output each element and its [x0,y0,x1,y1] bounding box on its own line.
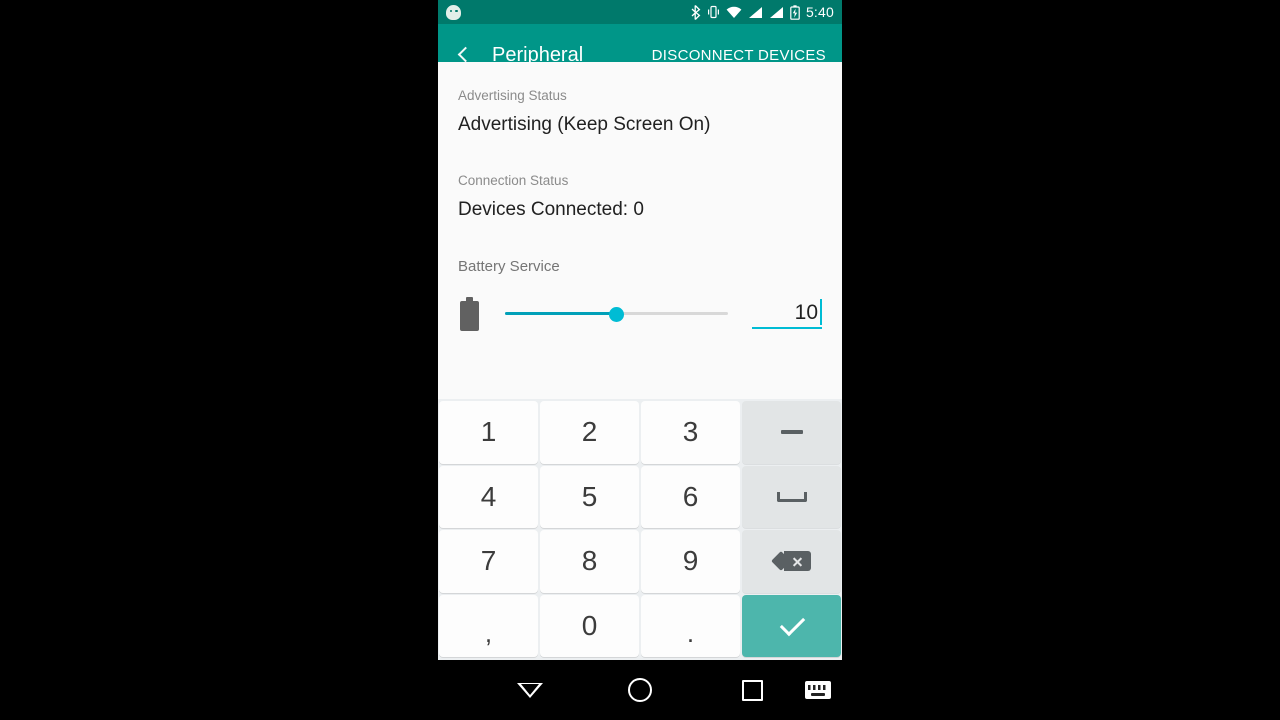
text-caret [820,299,822,325]
key-6[interactable]: 6 [641,465,740,528]
battery-level-input-value: 10 [794,301,818,324]
key-0[interactable]: 0 [540,594,639,657]
triangle-down-icon [517,682,543,698]
circle-icon [628,678,652,702]
signal-icon-1 [748,6,762,18]
key-comma[interactable]: , [439,594,538,657]
keyboard-row: 4 5 6 [439,465,841,528]
battery-level-slider[interactable] [505,301,728,327]
status-bar: 5:40 [438,0,842,24]
nav-home-button[interactable] [618,660,662,720]
keyboard-icon [805,681,831,699]
key-period[interactable]: . [641,594,740,657]
switch-keyboard-button[interactable] [796,660,840,720]
status-bar-system-icons: 5:40 [691,4,834,20]
slider-track-fill [505,312,617,315]
key-4[interactable]: 4 [439,465,538,528]
battery-service-label: Battery Service [458,258,560,275]
key-5[interactable]: 5 [540,465,639,528]
app-bar: Peripheral DISCONNECT DEVICES [438,24,842,62]
battery-charging-icon [790,4,800,20]
key-enter[interactable] [742,594,841,657]
backspace-icon [770,548,811,574]
nav-back-button[interactable] [508,660,552,720]
disconnect-devices-button[interactable]: DISCONNECT DEVICES [652,47,826,63]
back-icon[interactable] [454,45,474,62]
key-3[interactable]: 3 [641,401,740,464]
keyboard-row: 7 8 9 [439,530,841,593]
key-2[interactable]: 2 [540,401,639,464]
keyboard-row: , 0 . [439,594,841,657]
nav-recents-button[interactable] [730,660,774,720]
slider-thumb[interactable] [609,306,624,322]
wifi-icon [726,6,742,18]
vibrate-icon [707,5,719,19]
key-backspace[interactable] [742,530,841,593]
minus-icon [780,430,803,435]
navigation-bar [0,660,1280,720]
key-space[interactable] [742,465,841,528]
connection-status-label: Connection Status [458,173,569,188]
key-8[interactable]: 8 [540,530,639,593]
key-1[interactable]: 1 [439,401,538,464]
check-icon [779,619,805,633]
status-bar-clock: 5:40 [805,4,834,20]
numeric-keyboard: 1 2 3 4 5 6 7 8 9 , 0 . [438,399,842,660]
advertising-status-label: Advertising Status [458,88,567,103]
key-9[interactable]: 9 [641,530,740,593]
android-mascot-icon [446,4,461,20]
battery-icon [460,297,479,331]
key-7[interactable]: 7 [439,530,538,593]
connection-status-value: Devices Connected: 0 [458,199,644,220]
space-icon [776,491,807,502]
keyboard-row: 1 2 3 [439,401,841,464]
status-bar-notifications [446,4,461,20]
phone-screen: 5:40 Peripheral DISCONNECT DEVICES Adver… [438,0,842,660]
square-icon [741,679,763,701]
battery-level-input[interactable]: 10 [752,299,822,329]
advertising-status-value: Advertising (Keep Screen On) [458,114,711,135]
signal-icon-2 [769,6,783,18]
battery-level-row: 10 [458,297,822,331]
content-area: Advertising Status Advertising (Keep Scr… [438,62,842,331]
key-minus[interactable] [742,401,841,464]
bluetooth-icon [691,4,701,20]
page-title: Peripheral [492,43,584,63]
